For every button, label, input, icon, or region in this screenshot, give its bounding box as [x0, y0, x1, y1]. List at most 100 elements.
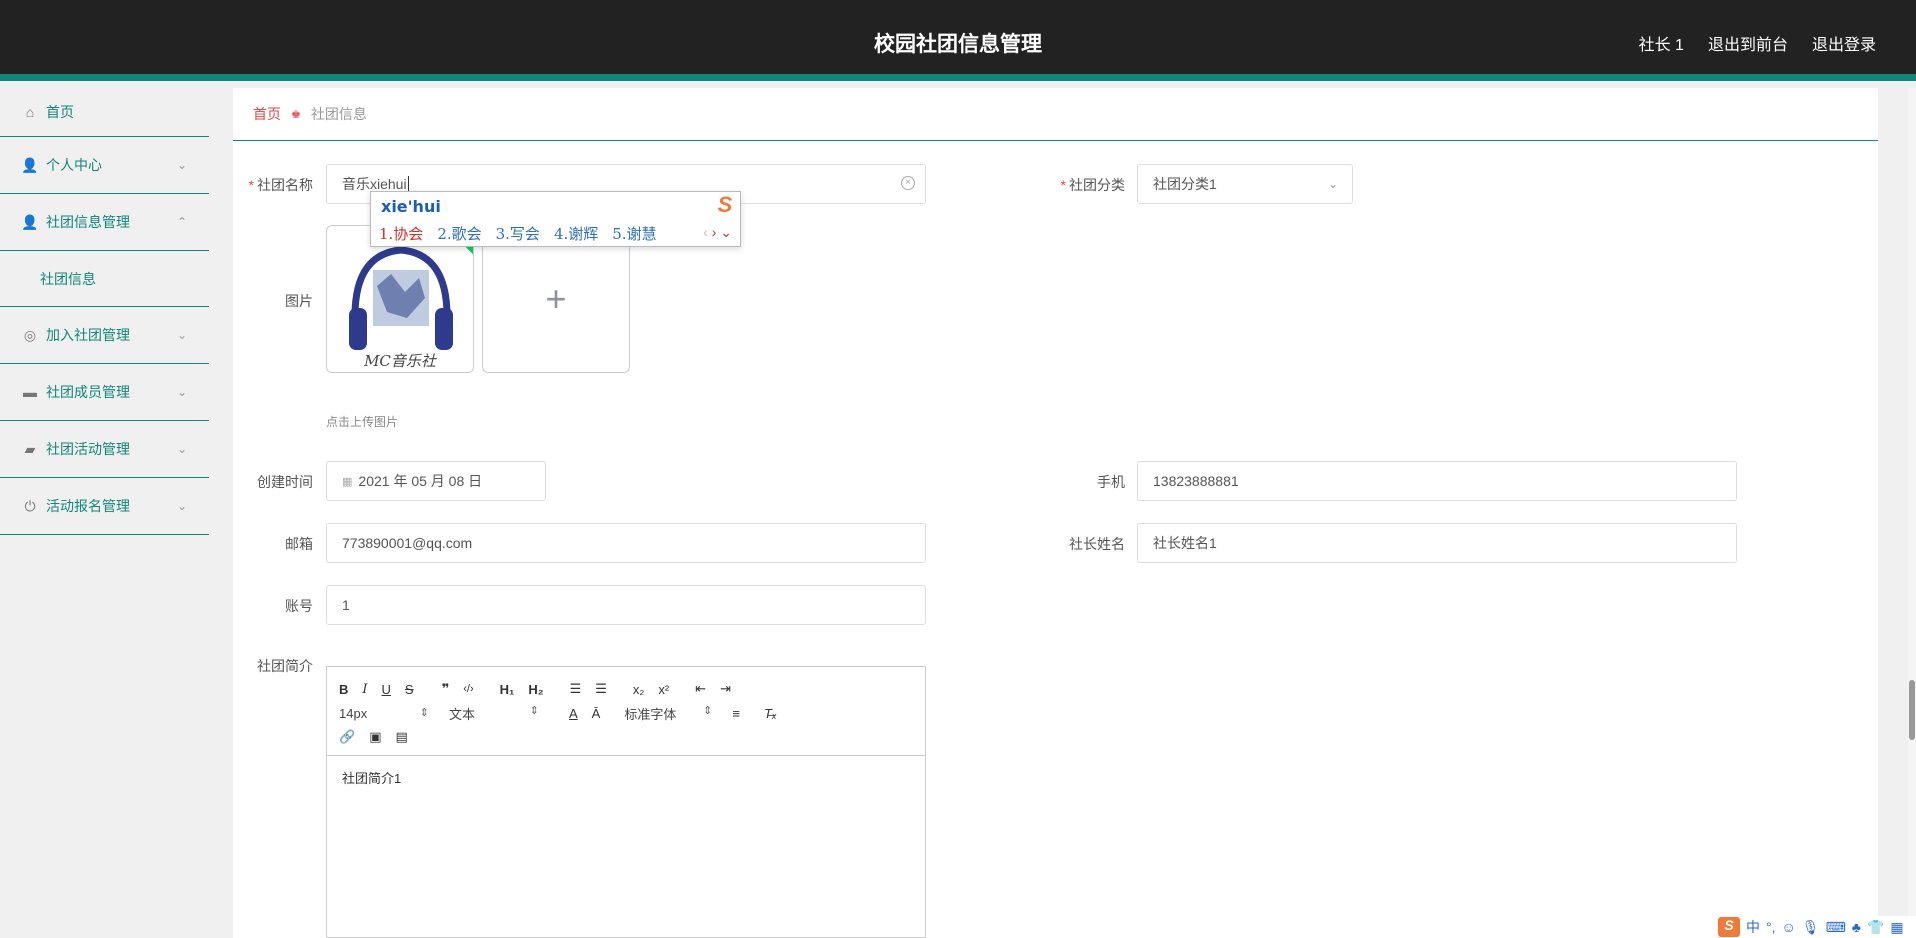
- created-value: 2021 年 05 月 08 日: [358, 473, 483, 489]
- chevron-down-icon: ⌄: [176, 499, 187, 513]
- sidebar-item-label: 社团信息: [40, 270, 96, 287]
- bold-icon[interactable]: B: [339, 682, 348, 697]
- shirt-icon[interactable]: 👕: [1867, 919, 1884, 936]
- video-icon[interactable]: ▤: [395, 729, 407, 745]
- subscript-icon[interactable]: x₂: [633, 682, 645, 697]
- account-label: 账号: [285, 598, 313, 614]
- ime-status-bar: S 中 °, ☺ 🎙 ⌨ ♣ 👕 ▦: [1712, 916, 1916, 938]
- leader-label: 社长姓名: [1069, 536, 1125, 552]
- breadcrumb-separator-icon: ♚: [291, 108, 301, 121]
- font-color-icon[interactable]: A: [569, 706, 578, 721]
- sidebar-item-profile[interactable]: 👤 个人中心 ⌄: [0, 137, 209, 194]
- chevron-down-icon: ⌄: [176, 385, 187, 399]
- plus-icon: +: [545, 278, 567, 319]
- image-caption: MC音乐社: [364, 352, 436, 370]
- created-date-picker[interactable]: ▦ 2021 年 05 月 08 日: [326, 461, 546, 501]
- created-label: 创建时间: [257, 474, 313, 490]
- scrollbar-thumb[interactable]: [1909, 680, 1915, 740]
- phone-input[interactable]: 13823888881: [1137, 461, 1737, 501]
- blockquote-icon[interactable]: ❞: [442, 681, 450, 697]
- font-size-select[interactable]: 14px: [339, 706, 435, 721]
- breadcrumb-current: 社团信息: [310, 106, 367, 122]
- lifebuoy-icon: ◎: [23, 326, 37, 343]
- superscript-icon[interactable]: x²: [658, 682, 669, 697]
- sidebar-item-activity-mgmt[interactable]: ▰ 社团活动管理 ⌄: [0, 421, 209, 478]
- ime-page-nav[interactable]: ‹ › ⌄: [703, 224, 732, 241]
- logout-link[interactable]: 退出登录: [1812, 31, 1876, 55]
- header-actions: 社长 1 退出到前台 退出登录: [1639, 31, 1876, 55]
- sidebar-item-signup-mgmt[interactable]: ⏻ 活动报名管理 ⌄: [0, 478, 209, 535]
- upload-hint: 点击上传图片: [326, 415, 399, 429]
- leader-input[interactable]: 社长姓名1: [1137, 523, 1737, 563]
- italic-icon[interactable]: I: [362, 682, 367, 697]
- uploaded-image[interactable]: MC音乐社: [326, 225, 474, 373]
- grid-icon[interactable]: ▦: [1890, 919, 1903, 936]
- heading1-icon[interactable]: H₁: [500, 682, 515, 697]
- editor-toolbar: B I U S ❞ ‹/› H₁ H₂ ☰ ☰ x₂ x² ⇤ ⇥ 14px 文…: [327, 667, 925, 756]
- bullet-list-icon[interactable]: ☰: [595, 681, 607, 697]
- sidebar-item-label: 社团活动管理: [46, 441, 130, 457]
- code-block-icon[interactable]: ‹/›: [463, 683, 473, 695]
- clear-format-icon[interactable]: T̶ₓ: [764, 706, 777, 721]
- car-icon: ▰: [24, 440, 36, 457]
- home-icon: ⌂: [25, 104, 35, 120]
- background-color-icon[interactable]: Ā: [592, 706, 601, 721]
- ime-mode[interactable]: 中: [1746, 917, 1760, 937]
- upload-button[interactable]: +: [482, 225, 630, 373]
- sidebar-item-label: 首页: [46, 104, 74, 120]
- underline-icon[interactable]: U: [382, 682, 391, 697]
- indent-icon[interactable]: ⇥: [720, 681, 731, 697]
- account-input[interactable]: 1: [326, 585, 926, 625]
- sidebar-item-join-club-mgmt[interactable]: ◎ 加入社团管理 ⌄: [0, 307, 209, 364]
- ime-candidate[interactable]: 3.写会: [496, 223, 540, 244]
- strike-icon[interactable]: S: [405, 682, 414, 697]
- editor-content[interactable]: 社团简介1: [327, 756, 925, 799]
- leader-value: 社长姓名1: [1153, 535, 1217, 551]
- sidebar-item-label: 个人中心: [46, 157, 102, 173]
- sidebar-item-home[interactable]: ⌂ 首页: [0, 88, 209, 137]
- app-title: 校园社团信息管理: [874, 33, 1042, 56]
- phone-value: 13823888881: [1153, 473, 1239, 489]
- sidebar-item-label: 社团信息管理: [46, 214, 130, 230]
- sidebar-item-label: 社团成员管理: [46, 384, 130, 400]
- sidebar-subitem-club-info[interactable]: 社团信息: [0, 251, 209, 307]
- skin-icon[interactable]: ♣: [1852, 919, 1861, 935]
- email-label: 邮箱: [285, 536, 313, 552]
- ime-candidate[interactable]: 5.谢慧: [612, 223, 656, 244]
- punctuation-icon[interactable]: °,: [1766, 919, 1776, 935]
- ime-candidate[interactable]: 1.协会: [379, 223, 423, 244]
- link-icon[interactable]: 🔗: [339, 729, 355, 745]
- chevron-up-icon: ⌃: [176, 215, 187, 229]
- block-type-select[interactable]: 文本: [449, 704, 545, 723]
- heading2-icon[interactable]: H₂: [528, 682, 543, 697]
- sogou-logo-icon: S: [717, 192, 733, 217]
- outdent-icon[interactable]: ⇤: [695, 681, 706, 697]
- club-name-label: * 社团名称: [248, 177, 313, 193]
- breadcrumb-home[interactable]: 首页: [253, 104, 281, 124]
- sidebar-item-label: 加入社团管理: [46, 327, 130, 343]
- chevron-down-icon: ⌄: [1327, 177, 1338, 191]
- emoji-icon[interactable]: ☺: [1782, 919, 1796, 935]
- image-icon[interactable]: ▣: [369, 729, 381, 745]
- category-select[interactable]: 社团分类1 ⌄: [1137, 164, 1353, 204]
- font-family-select[interactable]: 标准字体: [624, 704, 718, 723]
- user-icon: 👤: [21, 156, 39, 173]
- align-icon[interactable]: ≡: [732, 706, 740, 721]
- clear-icon[interactable]: ×: [901, 176, 915, 190]
- keyboard-icon[interactable]: ⌨: [1826, 919, 1846, 936]
- sidebar-item-club-info-mgmt[interactable]: 👤 社团信息管理 ⌃: [0, 194, 209, 251]
- image-label: 图片: [285, 293, 313, 309]
- email-input[interactable]: 773890001@qq.com: [326, 523, 926, 563]
- breadcrumb: 首页 ♚ 社团信息: [233, 88, 1878, 141]
- sidebar-item-member-mgmt[interactable]: ▬ 社团成员管理 ⌄: [0, 364, 209, 421]
- exit-to-front-link[interactable]: 退出到前台: [1708, 31, 1788, 55]
- microphone-icon[interactable]: 🎙: [1802, 919, 1820, 936]
- ime-candidate[interactable]: 4.谢辉: [554, 223, 598, 244]
- sogou-logo-icon[interactable]: S: [1718, 917, 1740, 937]
- current-user[interactable]: 社长 1: [1639, 31, 1684, 55]
- ime-candidate[interactable]: 2.歌会: [437, 223, 481, 244]
- ordered-list-icon[interactable]: ☰: [570, 681, 582, 697]
- chevron-down-icon: ⌄: [176, 158, 187, 172]
- sidebar-item-label: 活动报名管理: [46, 498, 130, 514]
- page-scrollbar[interactable]: [1908, 88, 1916, 938]
